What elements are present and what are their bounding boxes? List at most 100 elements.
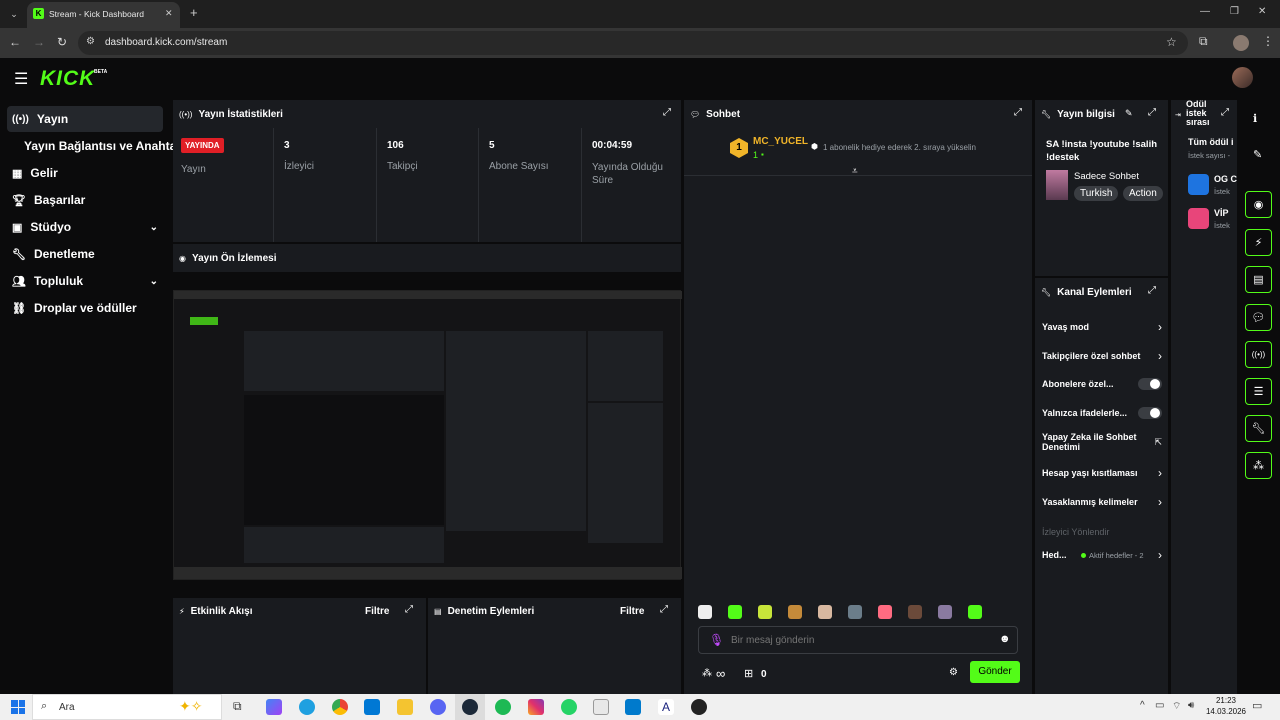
sidebar-item-basarilar[interactable]: 🏆︎ Başarılar	[12, 193, 85, 207]
expand-icon[interactable]: ⤢	[1148, 107, 1156, 118]
sidebar-item-droplar[interactable]: ⛓︎ Droplar ve ödüller	[12, 301, 137, 315]
chat-toggle-button[interactable]: 💬︎	[1245, 304, 1272, 331]
emote-icon[interactable]	[968, 605, 982, 619]
clock-date[interactable]: 14.03.2026	[1201, 707, 1251, 716]
reload-icon[interactable]: ↻	[57, 35, 67, 49]
clock-time[interactable]: 21:23	[1206, 696, 1246, 705]
activity-filter-button[interactable]: Filtre	[365, 606, 389, 617]
slow-mode-row[interactable]: Yavaş mod ›	[1042, 320, 1162, 334]
sidebar-item-gelir[interactable]: ▦ Gelir	[12, 166, 58, 180]
instagram-icon[interactable]	[528, 699, 544, 715]
expand-icon[interactable]: ⤢	[660, 604, 668, 615]
category-name[interactable]: Sadece Sohbet	[1074, 171, 1139, 182]
raid-row[interactable]: İzleyici Yönlendir	[1042, 522, 1162, 540]
app-a-icon[interactable]: A	[658, 699, 674, 715]
task-view-icon[interactable]: ⧉	[233, 699, 242, 714]
edit-pencil-icon[interactable]: ✎	[1125, 108, 1133, 119]
emote-icon[interactable]	[908, 605, 922, 619]
whatsapp-icon[interactable]	[561, 699, 577, 715]
activity-toggle-button[interactable]: ⚡︎	[1245, 229, 1272, 256]
browser-menu-icon[interactable]: ⋮	[1262, 34, 1274, 48]
tab-close-icon[interactable]: ✕	[165, 8, 173, 19]
leader-username[interactable]: MC_YUCEL	[753, 136, 808, 147]
new-tab-icon[interactable]: +	[190, 5, 198, 20]
sidebar-item-stream-key[interactable]: Yayın Bağlantısı ve Anahtarı	[24, 139, 184, 153]
emote-icon[interactable]	[788, 605, 802, 619]
emote-icon[interactable]	[938, 605, 952, 619]
expand-icon[interactable]: ⤢	[663, 107, 671, 118]
banned-words-row[interactable]: Yasaklanmış kelimeler ›	[1042, 495, 1162, 509]
sidebar-item-yayin[interactable]: ((•)) Yayın	[12, 112, 68, 126]
file-explorer-icon[interactable]	[397, 699, 413, 715]
site-info-icon[interactable]: ⚙	[86, 36, 95, 47]
user-avatar[interactable]	[1232, 67, 1253, 88]
mail-icon[interactable]	[364, 699, 380, 715]
stats-toggle-button[interactable]: ((•))	[1245, 341, 1272, 368]
info-icon[interactable]: ℹ	[1253, 112, 1257, 125]
send-button[interactable]: Gönder	[970, 661, 1020, 683]
tab-list-chevron-icon[interactable]: ⌄	[6, 6, 22, 22]
preview-toggle-button[interactable]: ◉	[1245, 191, 1272, 218]
stream-preview-video[interactable]	[173, 290, 682, 580]
steam-icon[interactable]	[462, 699, 478, 715]
url-text[interactable]: dashboard.kick.com/stream	[105, 37, 227, 48]
spotify-icon[interactable]	[495, 699, 511, 715]
windows-start-icon[interactable]	[11, 700, 25, 714]
expand-icon[interactable]: ⤢	[1148, 285, 1156, 296]
moderation-filter-button[interactable]: Filtre	[620, 606, 644, 617]
emotes-only-toggle[interactable]	[1138, 407, 1162, 419]
hamburger-menu-icon[interactable]: ☰	[14, 69, 28, 89]
kick-logo[interactable]: KICK	[40, 67, 95, 91]
wifi-icon[interactable]: ⌔	[1172, 700, 1181, 713]
reward-name[interactable]: OG C	[1214, 174, 1237, 184]
emote-icon[interactable]	[698, 605, 712, 619]
tray-chevron-icon[interactable]: ^	[1140, 700, 1145, 711]
edge-icon[interactable]	[299, 699, 315, 715]
gift-box-icon[interactable]: ⊞	[744, 667, 753, 680]
back-icon[interactable]: ←	[9, 35, 21, 49]
scroll-down-icon[interactable]: ⩡	[852, 166, 858, 177]
obs-icon[interactable]	[691, 699, 707, 715]
chrome-icon[interactable]	[332, 699, 348, 715]
forward-icon[interactable]: →	[33, 35, 45, 49]
emote-icon[interactable]	[728, 605, 742, 619]
profile-avatar-icon[interactable]	[1233, 35, 1249, 51]
discord-icon[interactable]	[430, 699, 446, 715]
emote-icon[interactable]	[818, 605, 832, 619]
reward-name[interactable]: VİP	[1214, 208, 1229, 218]
expand-icon[interactable]: ⤢	[1014, 107, 1022, 118]
taskbar-search-box[interactable]: ⌕ Ara ✦✧	[32, 694, 222, 720]
expand-icon[interactable]: ⤢	[405, 604, 413, 615]
kick-points-icon[interactable]: ⁂	[702, 668, 712, 679]
channel-actions-toggle-button[interactable]: 🔧︎	[1245, 415, 1272, 442]
copilot-icon[interactable]	[266, 699, 282, 715]
reward-filter-label[interactable]: Tüm ödül i	[1188, 137, 1234, 147]
volume-icon[interactable]: 🔊︎	[1188, 700, 1194, 711]
minimize-icon[interactable]: —	[1200, 6, 1210, 17]
edit-pencil-icon[interactable]: ✎	[1253, 148, 1262, 161]
bookmark-star-icon[interactable]: ☆	[1166, 35, 1177, 49]
microphone-icon[interactable]: 🎙︎	[709, 633, 724, 647]
emote-icon[interactable]	[878, 605, 892, 619]
subs-only-toggle[interactable]	[1138, 378, 1162, 390]
chat-settings-icon[interactable]: ⚙	[949, 667, 958, 678]
mod-actions-toggle-button[interactable]: ▤	[1245, 266, 1272, 293]
document-app-icon[interactable]	[593, 699, 609, 715]
emote-icon[interactable]	[848, 605, 862, 619]
ai-moderation-row[interactable]: Yapay Zeka ile Sohbet Denetimi ⇱	[1042, 432, 1162, 452]
goals-row[interactable]: Hed... Aktif hedefler - 2 ›	[1042, 548, 1162, 562]
queue-toggle-button[interactable]: ☰	[1245, 378, 1272, 405]
account-age-row[interactable]: Hesap yaşı kısıtlaması ›	[1042, 466, 1162, 480]
restore-icon[interactable]: ❐	[1230, 6, 1239, 17]
emote-icon[interactable]	[758, 605, 772, 619]
emoji-icon[interactable]: ☻	[999, 633, 1011, 645]
expand-icon[interactable]: ⤢	[1221, 107, 1229, 118]
sidebar-item-topluluk[interactable]: 👥︎ Topluluk ⌄	[12, 274, 158, 288]
sidebar-item-denetleme[interactable]: 🔧︎ Denetleme	[12, 247, 95, 261]
chat-message-input[interactable]	[731, 632, 981, 648]
sidebar-item-studyo[interactable]: ▣ Stüdyo ⌄	[12, 220, 158, 234]
url-omnibox[interactable]: ⚙ dashboard.kick.com/stream ☆	[78, 31, 1188, 55]
window-close-icon[interactable]: ✕	[1258, 6, 1266, 17]
tray-icon[interactable]: ▭	[1155, 700, 1164, 711]
notifications-icon[interactable]: ▭	[1252, 699, 1262, 712]
